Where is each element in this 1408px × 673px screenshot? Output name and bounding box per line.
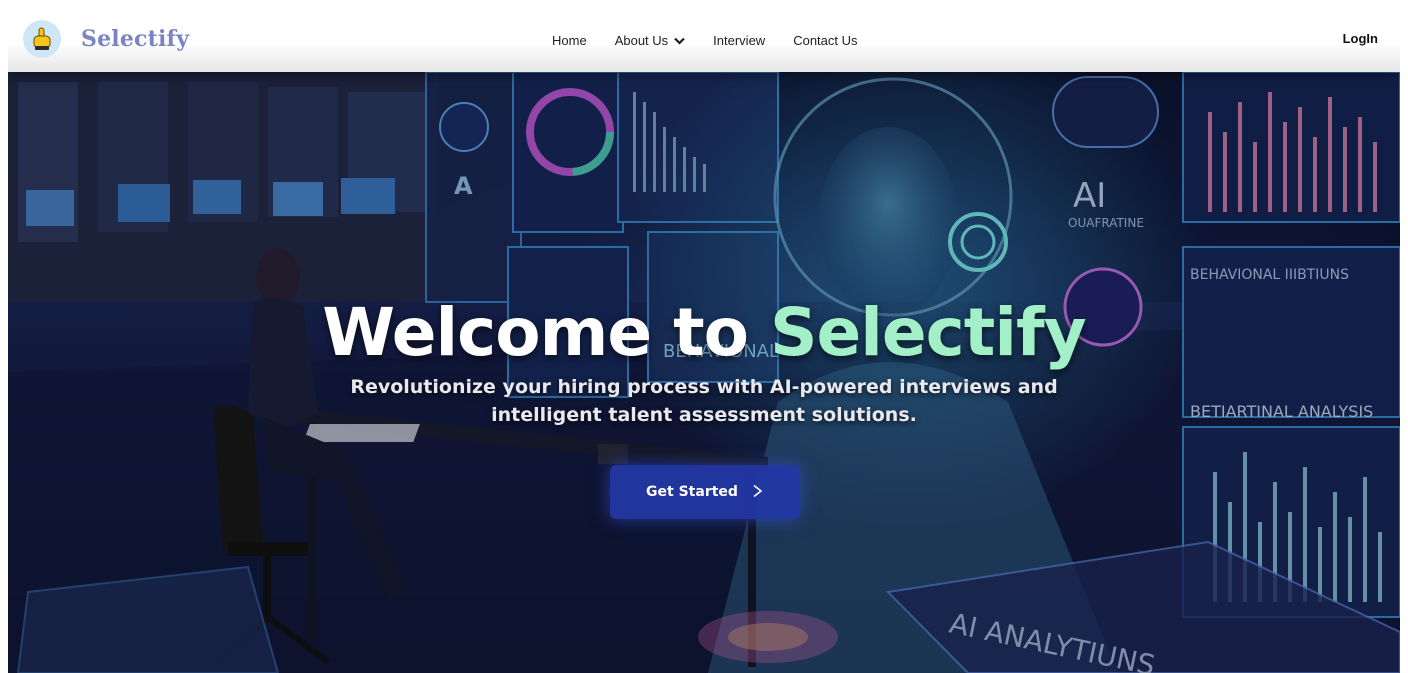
get-started-label: Get Started <box>646 484 738 500</box>
page-frame: Selectify Home About Us Interview Contac… <box>8 8 1400 673</box>
pointing-hand-icon[interactable] <box>23 20 61 58</box>
hero-section: A BEHAVIONAL AI OUAFRATINE BEHAVIONAL II… <box>8 72 1400 673</box>
hero-subtitle: Revolutionize your hiring process with A… <box>350 376 1058 426</box>
hero-title: Welcome to Selectify <box>8 294 1400 371</box>
brand[interactable]: Selectify <box>23 20 189 58</box>
brand-name[interactable]: Selectify <box>81 26 189 52</box>
nav-about-us-label: About Us <box>614 32 669 48</box>
chevron-down-icon[interactable] <box>674 33 685 48</box>
nav-contact-us[interactable]: Contact Us <box>793 33 857 48</box>
chevron-right-icon <box>752 483 764 502</box>
get-started-button[interactable]: Get Started <box>610 465 800 519</box>
navbar: Selectify Home About Us Interview Contac… <box>8 8 1400 72</box>
hero-title-accent: Selectify <box>769 294 1087 371</box>
nav-menu: Home About Us Interview Contact Us <box>552 8 886 72</box>
nav-about-us[interactable]: About Us <box>615 33 685 48</box>
login-button[interactable]: LogIn <box>1343 31 1378 46</box>
nav-home[interactable]: Home <box>552 33 587 48</box>
nav-interview[interactable]: Interview <box>713 33 765 48</box>
hero-title-prefix: Welcome to <box>322 294 770 371</box>
